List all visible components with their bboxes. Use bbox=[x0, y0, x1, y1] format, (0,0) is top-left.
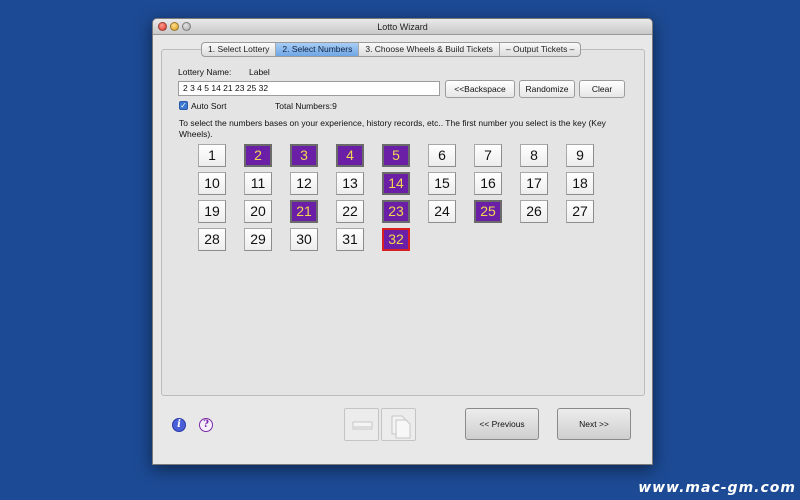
number-button-23[interactable]: 23 bbox=[382, 200, 410, 223]
tab-choose-wheels[interactable]: 3. Choose Wheels & Build Tickets bbox=[359, 43, 500, 56]
next-button[interactable]: Next >> bbox=[557, 408, 631, 440]
number-button-27[interactable]: 27 bbox=[566, 200, 594, 223]
tab-output-tickets[interactable]: – Output Tickets – bbox=[500, 43, 581, 56]
lottery-name-value: Label bbox=[249, 67, 270, 77]
window-controls bbox=[158, 22, 191, 31]
number-button-10[interactable]: 10 bbox=[198, 172, 226, 195]
printer-icon bbox=[352, 421, 373, 430]
number-button-20[interactable]: 20 bbox=[244, 200, 272, 223]
lottery-name-label: Lottery Name: bbox=[178, 67, 232, 77]
help-icon[interactable]: ? bbox=[199, 418, 213, 432]
number-button-9[interactable]: 9 bbox=[566, 144, 594, 167]
randomize-button[interactable]: Randomize bbox=[519, 80, 575, 98]
number-button-19[interactable]: 19 bbox=[198, 200, 226, 223]
zoom-window-button[interactable] bbox=[182, 22, 191, 31]
number-button-13[interactable]: 13 bbox=[336, 172, 364, 195]
number-button-16[interactable]: 16 bbox=[474, 172, 502, 195]
number-button-2[interactable]: 2 bbox=[244, 144, 272, 167]
instructions-text: To select the numbers bases on your expe… bbox=[179, 118, 606, 139]
number-button-15[interactable]: 15 bbox=[428, 172, 456, 195]
print-button[interactable] bbox=[344, 408, 379, 441]
number-button-18[interactable]: 18 bbox=[566, 172, 594, 195]
number-button-1[interactable]: 1 bbox=[198, 144, 226, 167]
number-button-7[interactable]: 7 bbox=[474, 144, 502, 167]
previous-button[interactable]: << Previous bbox=[465, 408, 539, 440]
number-button-24[interactable]: 24 bbox=[428, 200, 456, 223]
number-button-31[interactable]: 31 bbox=[336, 228, 364, 251]
number-button-29[interactable]: 29 bbox=[244, 228, 272, 251]
copy-button[interactable] bbox=[381, 408, 416, 441]
number-button-12[interactable]: 12 bbox=[290, 172, 318, 195]
number-button-32[interactable]: 32 bbox=[382, 228, 410, 251]
number-grid: 1 2 3 4 5 6 7 8 9 10 11 12 13 14 15 16 17 18 19 20 21 22 23 24 2… bbox=[198, 144, 594, 251]
lotto-wizard-window: Lotto Wizard 1. Select Lottery 2. Select… bbox=[152, 18, 653, 465]
number-button-6[interactable]: 6 bbox=[428, 144, 456, 167]
number-button-14[interactable]: 14 bbox=[382, 172, 410, 195]
close-window-button[interactable] bbox=[158, 22, 167, 31]
selected-numbers-field[interactable]: 2 3 4 5 14 21 23 25 32 bbox=[178, 81, 440, 96]
number-button-8[interactable]: 8 bbox=[520, 144, 548, 167]
number-button-3[interactable]: 3 bbox=[290, 144, 318, 167]
clear-button[interactable]: Clear bbox=[579, 80, 625, 98]
number-button-28[interactable]: 28 bbox=[198, 228, 226, 251]
number-button-22[interactable]: 22 bbox=[336, 200, 364, 223]
wizard-tabs: 1. Select Lottery 2. Select Numbers 3. C… bbox=[201, 42, 582, 57]
number-button-11[interactable]: 11 bbox=[244, 172, 272, 195]
number-button-30[interactable]: 30 bbox=[290, 228, 318, 251]
copy-icon bbox=[391, 415, 411, 439]
number-button-4[interactable]: 4 bbox=[336, 144, 364, 167]
tab-select-numbers[interactable]: 2. Select Numbers bbox=[276, 43, 360, 56]
number-button-25[interactable]: 25 bbox=[474, 200, 502, 223]
window-title: Lotto Wizard bbox=[377, 22, 428, 32]
title-bar: Lotto Wizard bbox=[153, 19, 652, 35]
minimize-window-button[interactable] bbox=[170, 22, 179, 31]
auto-sort-label: Auto Sort bbox=[191, 101, 227, 111]
watermark: www.mac-gm.com bbox=[638, 480, 796, 496]
number-button-21[interactable]: 21 bbox=[290, 200, 318, 223]
auto-sort-checkbox[interactable]: ✓ bbox=[179, 101, 188, 110]
number-button-17[interactable]: 17 bbox=[520, 172, 548, 195]
backspace-button[interactable]: <<Backspace bbox=[445, 80, 515, 98]
info-icon[interactable]: i bbox=[172, 418, 186, 432]
number-button-5[interactable]: 5 bbox=[382, 144, 410, 167]
tab-select-lottery[interactable]: 1. Select Lottery bbox=[202, 43, 277, 56]
total-numbers-label: Total Numbers:9 bbox=[275, 101, 337, 111]
number-button-26[interactable]: 26 bbox=[520, 200, 548, 223]
